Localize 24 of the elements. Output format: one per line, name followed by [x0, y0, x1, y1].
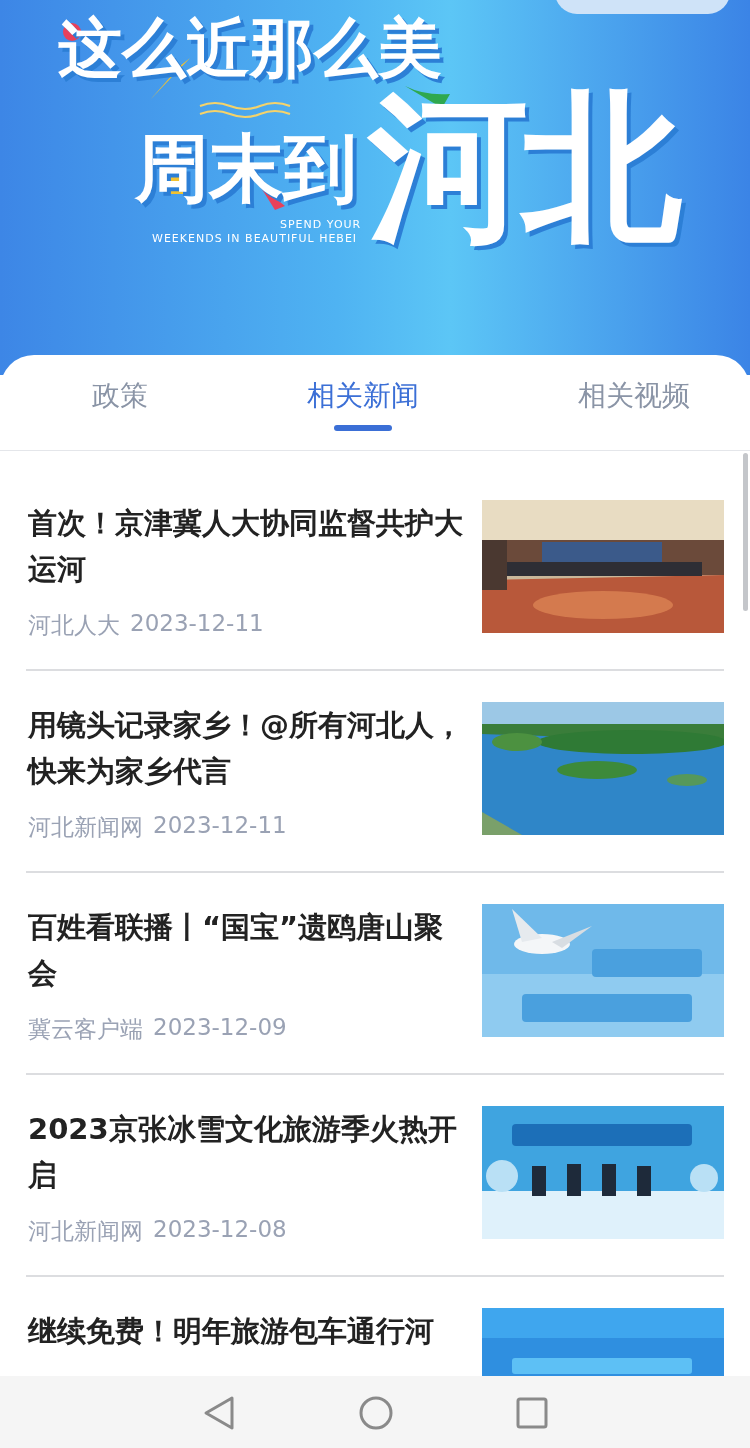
news-title: 用镜头记录家乡！@所有河北人，快来为家乡代言 — [28, 707, 464, 790]
news-item[interactable]: 首次！京津冀人大协同监督共护大运河 河北人大 2023-12-11 — [26, 469, 724, 671]
banner-headline: 周末到 — [135, 124, 357, 213]
news-date: 2023-12-11 — [153, 812, 287, 840]
news-item[interactable]: 用镜头记录家乡！@所有河北人，快来为家乡代言 河北新闻网 2023-12-11 — [26, 671, 724, 873]
news-source: 冀云客户端 — [28, 1015, 143, 1044]
back-icon[interactable] — [202, 1394, 236, 1431]
banner-tagline: SPEND YOUR — [280, 218, 362, 232]
news-source: 河北新闻网 — [28, 813, 143, 842]
tab[interactable]: 相关新闻 — [307, 355, 419, 450]
news-date: 2023-12-08 — [153, 1216, 287, 1244]
news-title: 首次！京津冀人大协同监督共护大运河 — [28, 505, 464, 588]
news-source: 河北新闻网 — [28, 1217, 143, 1246]
news-source: 河北人大 — [28, 611, 120, 640]
news-date: 2023-12-11 — [130, 610, 264, 638]
news-date: 2023-12-09 — [153, 1014, 287, 1042]
news-title: 继续免费！明年旅游包车通行河 — [28, 1313, 435, 1350]
news-item[interactable]: 2023京张冰雪文化旅游季火热开启 河北新闻网 2023-12-08 — [26, 1075, 724, 1277]
news-item[interactable]: 百姓看联播丨“国宝”遗鸥唐山聚会 冀云客户端 2023-12-09 — [26, 873, 724, 1075]
news-title: 百姓看联播丨“国宝”遗鸥唐山聚会 — [28, 909, 445, 992]
banner-tagline: WEEKENDS IN BEAUTIFUL HEBEI — [152, 232, 358, 246]
news-title: 2023京张冰雪文化旅游季火热开启 — [28, 1111, 458, 1194]
home-icon[interactable] — [358, 1394, 394, 1431]
recents-icon[interactable] — [516, 1396, 548, 1429]
